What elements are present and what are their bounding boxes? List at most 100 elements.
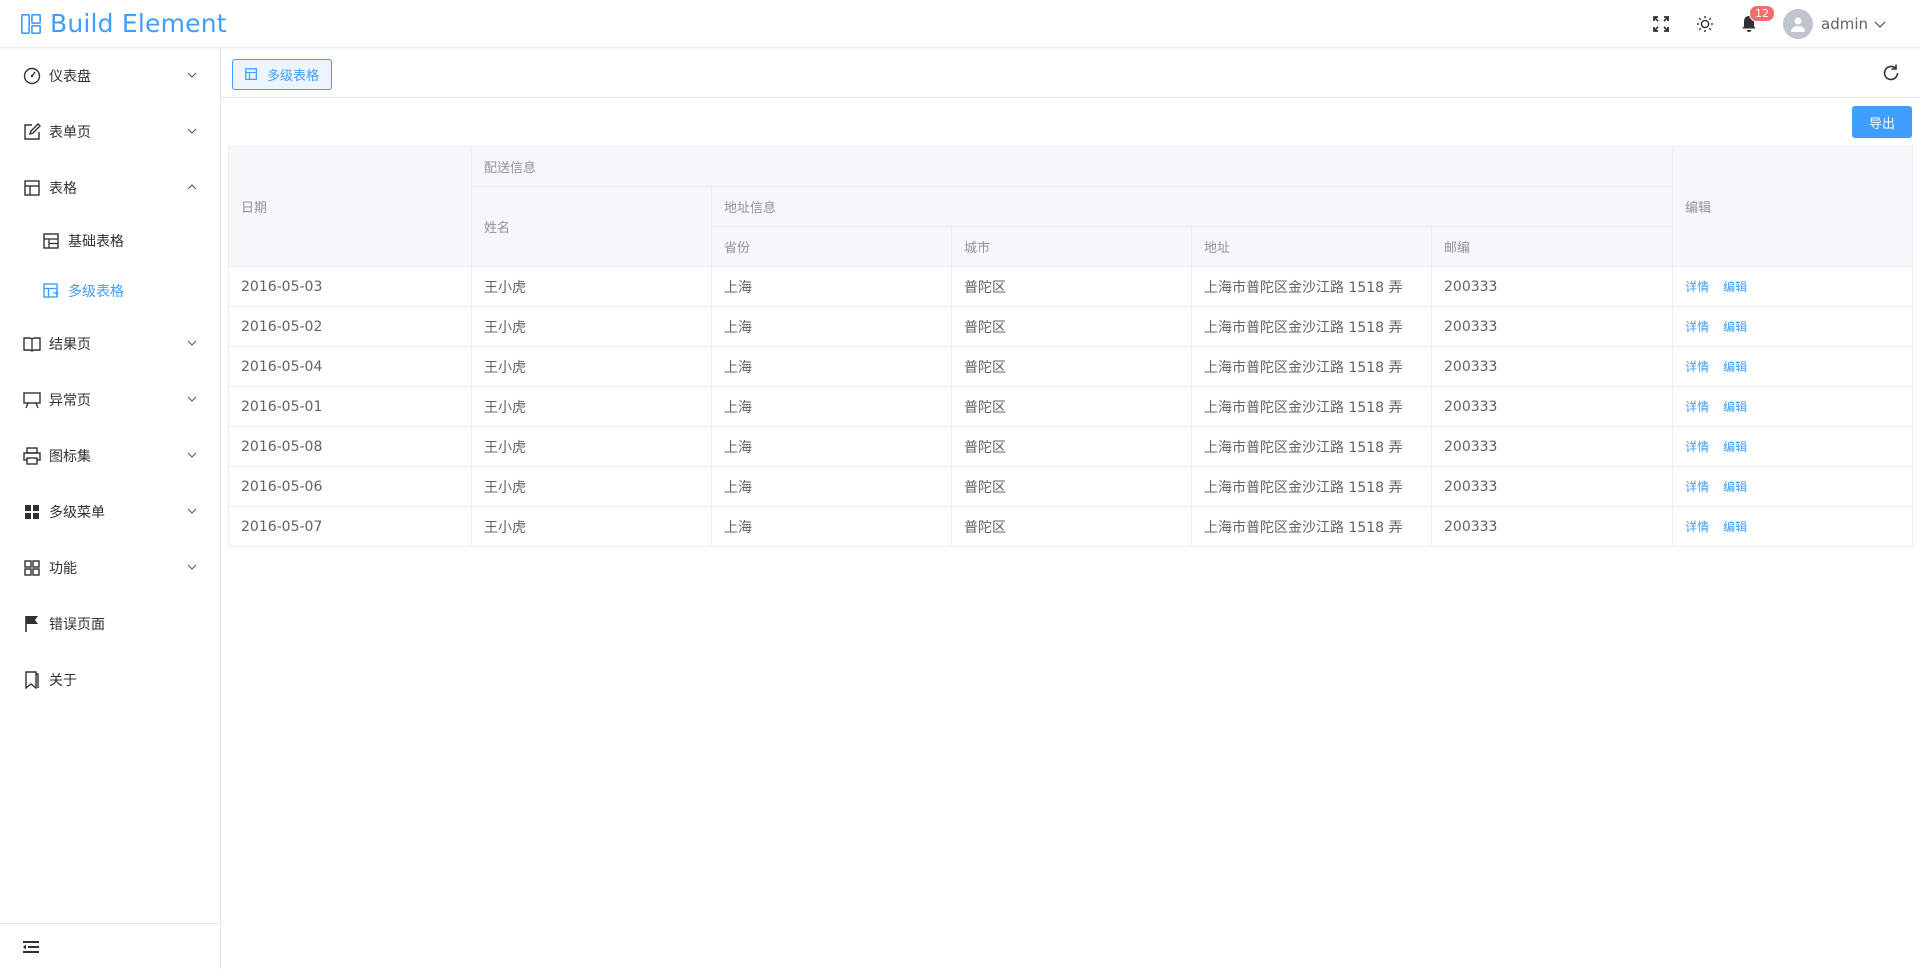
- cell-date: 2016-05-07: [228, 506, 472, 547]
- table-row: 2016-05-04 王小虎 上海 普陀区 上海市普陀区金沙江路 1518 弄 …: [228, 346, 1914, 387]
- sidebar-item-about[interactable]: 关于: [0, 652, 220, 708]
- table-row: 2016-05-08 王小虎 上海 普陀区 上海市普陀区金沙江路 1518 弄 …: [228, 426, 1914, 467]
- detail-link[interactable]: 详情: [1685, 400, 1709, 414]
- sidebar-item-label: 功能: [49, 561, 77, 577]
- cell-province: 上海: [711, 466, 952, 507]
- cell-province: 上海: [711, 266, 952, 307]
- sidebar-item-multilevel-menu[interactable]: 多级菜单: [0, 484, 220, 540]
- edit-link[interactable]: 编辑: [1723, 280, 1747, 294]
- table-row: 2016-05-06 王小虎 上海 普陀区 上海市普陀区金沙江路 1518 弄 …: [228, 466, 1914, 507]
- sidebar-item-forms[interactable]: 表单页: [0, 104, 220, 160]
- multi-table-icon: [42, 282, 60, 300]
- chevron-up-icon: [187, 184, 197, 190]
- edit-link[interactable]: 编辑: [1723, 320, 1747, 334]
- col-header-province: 省份: [711, 226, 952, 267]
- app-title: Build Element: [50, 9, 227, 38]
- cell-address: 上海市普陀区金沙江路 1518 弄: [1191, 466, 1432, 507]
- cell-actions: 详情 编辑: [1672, 466, 1914, 507]
- edit-link[interactable]: 编辑: [1723, 400, 1747, 414]
- sidebar-item-results[interactable]: 结果页: [0, 316, 220, 372]
- sidebar-item-label: 异常页: [49, 393, 91, 409]
- cell-province: 上海: [711, 506, 952, 547]
- cell-actions: 详情 编辑: [1672, 346, 1914, 387]
- detail-link[interactable]: 详情: [1685, 440, 1709, 454]
- cell-city: 普陀区: [951, 346, 1192, 387]
- refresh-icon[interactable]: [1881, 63, 1901, 83]
- detail-link[interactable]: 详情: [1685, 320, 1709, 334]
- col-header-edit: 编辑: [1672, 146, 1914, 267]
- logo-icon: [21, 13, 41, 34]
- cell-city: 普陀区: [951, 306, 1192, 347]
- book-icon: [22, 334, 42, 354]
- cell-zip: 200333: [1430, 506, 1674, 547]
- sidebar-item-label: 关于: [49, 673, 77, 689]
- notification-bell-icon[interactable]: 12: [1739, 4, 1775, 34]
- sidebar-item-label: 多级菜单: [49, 505, 105, 521]
- edit-link[interactable]: 编辑: [1723, 360, 1747, 374]
- sidebar-subitem-basic-table[interactable]: 基础表格: [0, 216, 220, 266]
- dashboard-icon: [22, 66, 42, 86]
- sidebar-item-exceptions[interactable]: 异常页: [0, 372, 220, 428]
- detail-link[interactable]: 详情: [1685, 360, 1709, 374]
- edit-link[interactable]: 编辑: [1723, 520, 1747, 534]
- multi-table-icon: [245, 68, 259, 82]
- cell-name: 王小虎: [471, 506, 712, 547]
- cell-actions: 详情 编辑: [1672, 266, 1914, 307]
- cell-zip: 200333: [1430, 426, 1674, 467]
- flag-icon: [22, 614, 42, 634]
- cell-address: 上海市普陀区金沙江路 1518 弄: [1191, 306, 1432, 347]
- bookmark-icon: [22, 670, 42, 690]
- cell-name: 王小虎: [471, 266, 712, 307]
- chevron-down-icon: [187, 128, 197, 134]
- table-row: 2016-05-01 王小虎 上海 普陀区 上海市普陀区金沙江路 1518 弄 …: [228, 386, 1914, 427]
- user-menu[interactable]: admin: [1783, 8, 1886, 39]
- table-row: 2016-05-07 王小虎 上海 普陀区 上海市普陀区金沙江路 1518 弄 …: [228, 506, 1914, 547]
- detail-link[interactable]: 详情: [1685, 480, 1709, 494]
- detail-link[interactable]: 详情: [1685, 280, 1709, 294]
- cell-actions: 详情 编辑: [1672, 506, 1914, 547]
- user-name: admin: [1821, 14, 1868, 33]
- cell-province: 上海: [711, 386, 952, 427]
- edit-link[interactable]: 编辑: [1723, 480, 1747, 494]
- sidebar-item-tables[interactable]: 表格: [0, 160, 220, 216]
- col-header-address-info: 地址信息: [710, 186, 1674, 227]
- cell-address: 上海市普陀区金沙江路 1518 弄: [1191, 506, 1432, 547]
- edit-link[interactable]: 编辑: [1723, 440, 1747, 454]
- collapse-menu-icon[interactable]: [22, 939, 40, 955]
- cell-name: 王小虎: [471, 386, 712, 427]
- sidebar-item-error-page[interactable]: 错误页面: [0, 596, 220, 652]
- detail-link[interactable]: 详情: [1685, 520, 1709, 534]
- chevron-down-icon: [187, 564, 197, 570]
- cell-address: 上海市普陀区金沙江路 1518 弄: [1191, 266, 1432, 307]
- basic-table-icon: [42, 232, 60, 250]
- sidebar-item-icons[interactable]: 图标集: [0, 428, 220, 484]
- sidebar: 仪表盘 表单页 表格 基础表格 多级表格 结果页 异常页 图标集 多级菜单 功能…: [0, 48, 221, 969]
- multi-level-table: 日期 配送信息 编辑 姓名 地址信息 省份 城市 地址 邮编 2016-05-0…: [228, 146, 1914, 547]
- avatar: [1783, 8, 1813, 39]
- cell-zip: 200333: [1430, 266, 1674, 307]
- tab-multi-table[interactable]: 多级表格: [232, 59, 333, 90]
- sidebar-item-features[interactable]: 功能: [0, 540, 220, 596]
- cell-address: 上海市普陀区金沙江路 1518 弄: [1191, 386, 1432, 427]
- tab-label: 多级表格: [267, 69, 320, 84]
- chevron-down-icon: [187, 340, 197, 346]
- sidebar-subitem-multi-table[interactable]: 多级表格: [0, 266, 220, 316]
- user-icon: [1791, 17, 1805, 32]
- sidebar-subitem-label: 多级表格: [68, 284, 124, 300]
- col-header-name: 姓名: [471, 186, 712, 267]
- sidebar-item-dashboard[interactable]: 仪表盘: [0, 48, 220, 104]
- cell-name: 王小虎: [471, 426, 712, 467]
- export-button[interactable]: 导出: [1852, 106, 1912, 138]
- notification-badge: 12: [1749, 4, 1775, 22]
- fullscreen-icon[interactable]: [1651, 14, 1671, 34]
- sidebar-subitem-label: 基础表格: [68, 234, 124, 250]
- cell-date: 2016-05-03: [228, 266, 472, 307]
- sidebar-item-label: 仪表盘: [49, 69, 91, 85]
- cell-zip: 200333: [1430, 466, 1674, 507]
- printer-icon: [22, 446, 42, 466]
- cell-city: 普陀区: [951, 266, 1192, 307]
- brand[interactable]: Build Element: [20, 9, 227, 38]
- theme-sun-icon[interactable]: [1695, 14, 1715, 34]
- col-header-delivery: 配送信息: [470, 146, 1674, 187]
- cell-address: 上海市普陀区金沙江路 1518 弄: [1191, 426, 1432, 467]
